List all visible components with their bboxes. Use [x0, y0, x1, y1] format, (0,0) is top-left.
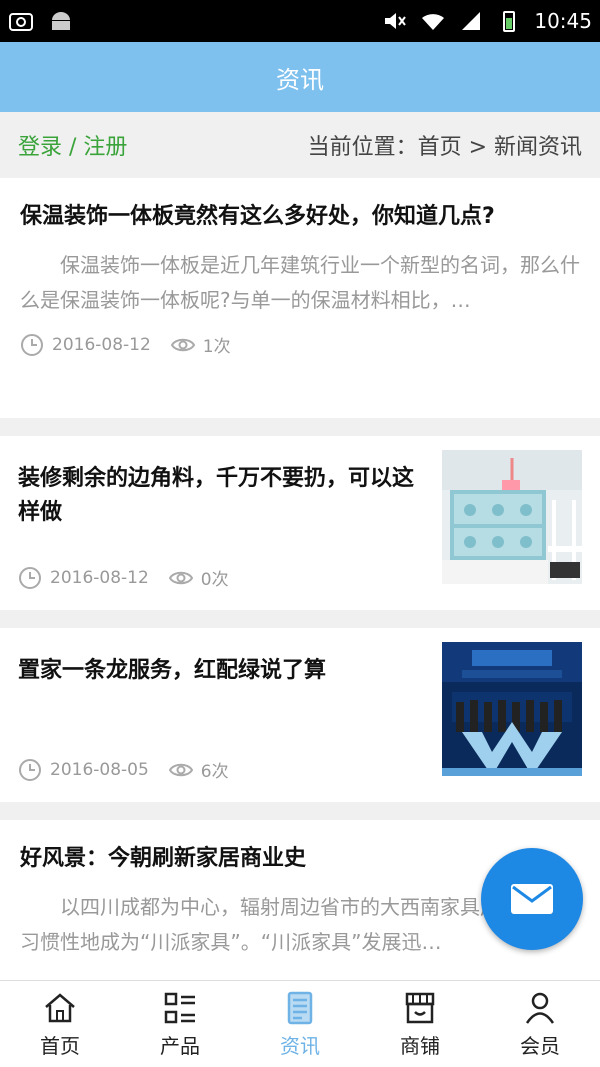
breadcrumb: 登录 / 注册 当前位置：首页 > 新闻资讯: [0, 112, 600, 178]
eye-icon: [168, 571, 193, 584]
status-bar: 10:45: [0, 0, 600, 42]
mail-icon: [511, 884, 553, 914]
tab-label: 资讯: [280, 1033, 320, 1058]
tab-home[interactable]: 首页: [0, 981, 120, 1067]
tab-member[interactable]: 会员: [480, 981, 600, 1067]
news-item[interactable]: 置家一条龙服务，红配绿说了算 2016-08-05 6次: [0, 628, 600, 802]
eye-icon: [168, 763, 193, 776]
current-location: 当前位置：首页 > 新闻资讯: [307, 135, 582, 160]
news-thumbnail-event: [442, 642, 582, 776]
news-title: 置家一条龙服务，红配绿说了算: [18, 658, 327, 683]
home-icon: [45, 992, 75, 1022]
news-views: 0次: [200, 570, 229, 590]
message-fab-button[interactable]: [481, 848, 583, 950]
clock-icon: [19, 758, 41, 781]
tab-news[interactable]: 资讯: [240, 981, 360, 1067]
tab-label: 商铺: [400, 1033, 440, 1058]
shop-icon: [405, 992, 435, 1023]
wifi-icon: [422, 14, 445, 30]
mute-icon: [385, 13, 407, 29]
eye-icon: [170, 338, 195, 351]
tab-shop[interactable]: 商铺: [360, 981, 480, 1067]
news-date: 2016-08-12: [52, 334, 151, 355]
news-date: 2016-08-05: [50, 759, 149, 780]
news-meta: 2016-08-05 6次: [18, 757, 430, 782]
tab-label: 会员: [520, 1033, 560, 1058]
news-meta: 2016-08-12 0次: [18, 565, 430, 590]
page-title: 资讯: [276, 65, 324, 94]
bottom-tab-bar: 首页 产品 资讯 商铺 会员: [0, 980, 600, 1067]
news-meta: 2016-08-12 1次: [20, 332, 580, 357]
clock-icon: [19, 566, 41, 589]
list-icon: [164, 992, 195, 1023]
news-summary: 保温装饰一体板是近几年建筑行业一个新型的名词，那么什么是保温装饰一体板呢?与单一…: [20, 253, 580, 312]
news-views: 1次: [202, 337, 231, 357]
news-thumbnail-cabinet: [442, 450, 582, 584]
tab-products[interactable]: 产品: [120, 981, 240, 1067]
clock-icon: [21, 333, 43, 356]
news-title: 装修剩余的边角料，千万不要扔，可以这样做: [18, 466, 415, 525]
signal-icon: [462, 12, 481, 30]
news-icon: [287, 991, 313, 1024]
news-date: 2016-08-12: [50, 567, 149, 588]
news-title: 保温装饰一体板竟然有这么多好处，你知道几点?: [20, 204, 495, 229]
login-register-link[interactable]: 登录 / 注册: [18, 129, 127, 161]
news-item[interactable]: 装修剩余的边角料，千万不要扔，可以这样做 2016-08-12 0次: [0, 436, 600, 610]
news-views: 6次: [200, 762, 229, 782]
news-item[interactable]: 保温装饰一体板竟然有这么多好处，你知道几点? 保温装饰一体板是近几年建筑行业一个…: [0, 178, 600, 418]
tab-label: 产品: [160, 1033, 200, 1058]
status-time: 10:45: [534, 9, 592, 33]
android-icon: [52, 12, 70, 30]
tab-label: 首页: [40, 1033, 80, 1058]
user-icon: [525, 992, 555, 1024]
battery-icon: [503, 11, 516, 32]
screenshot-icon: [9, 13, 33, 31]
app-bar: 资讯: [0, 42, 600, 112]
